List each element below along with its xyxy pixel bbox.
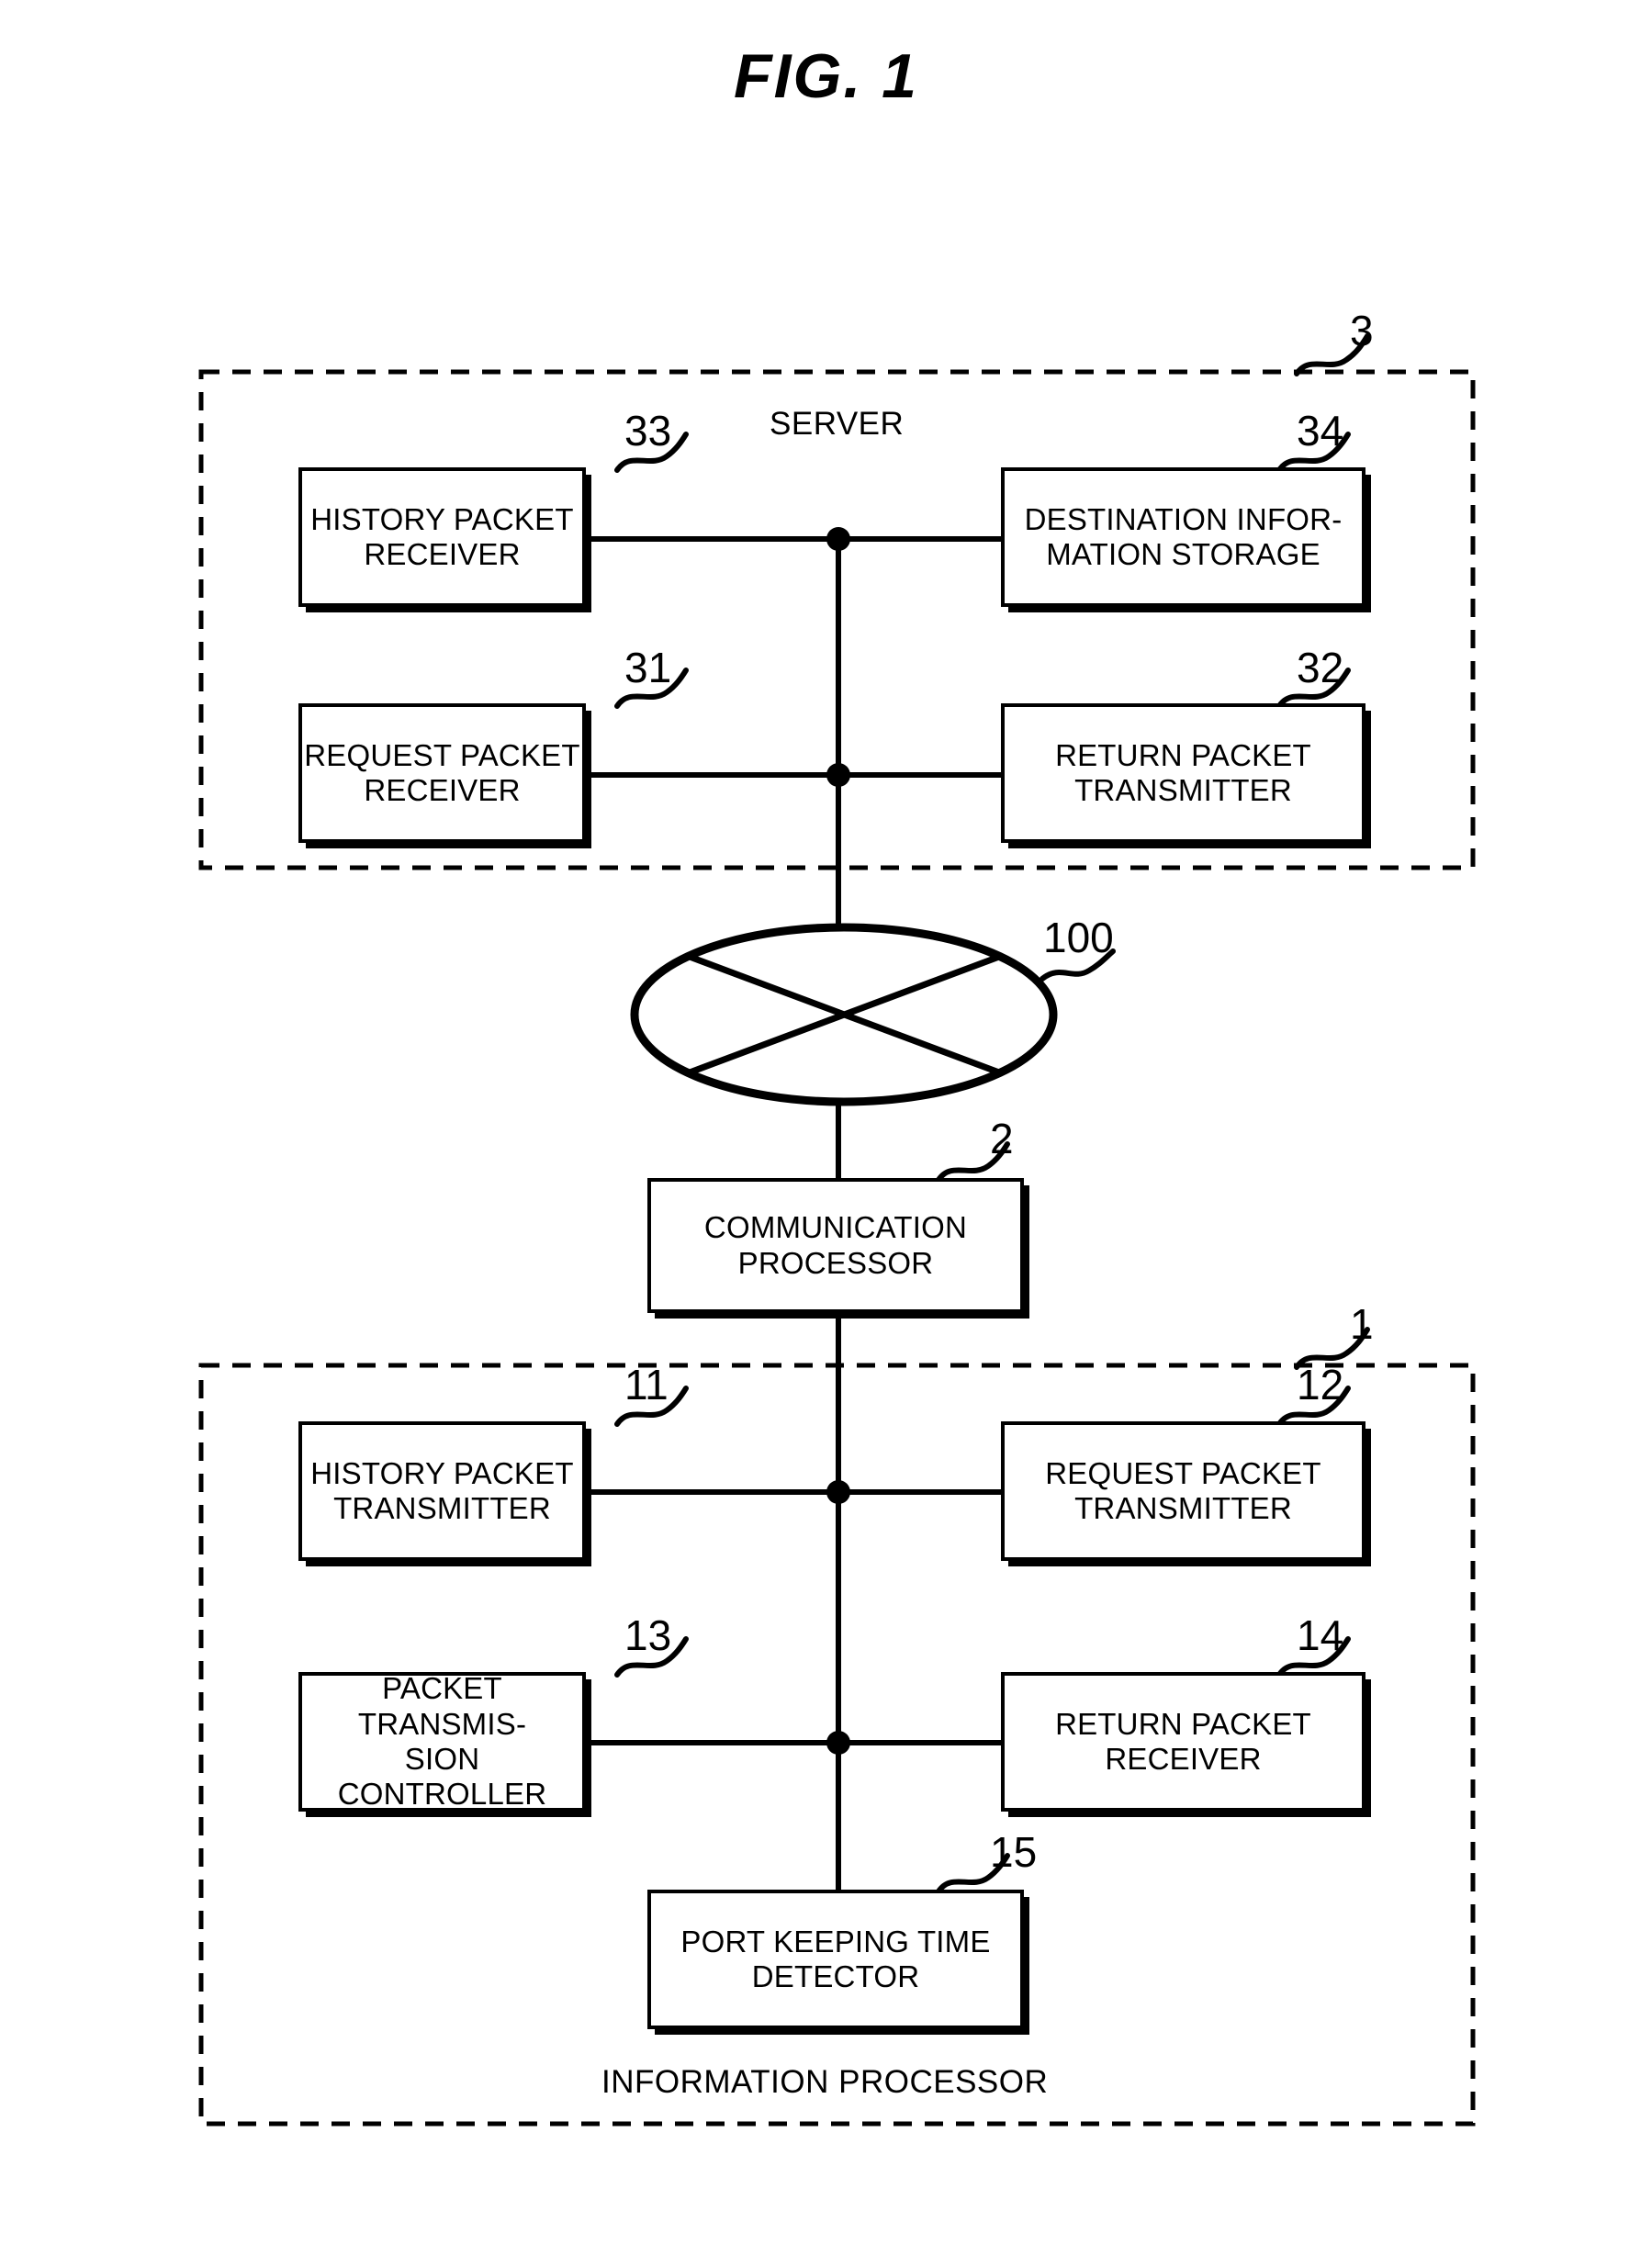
block-request-packet-transmitter[interactable]: REQUEST PACKET TRANSMITTER bbox=[1001, 1421, 1365, 1561]
figure-1-root: FIG. 1 SERVER INFORMATION PROCESSOR 3 33… bbox=[0, 0, 1652, 2267]
junction-dot-icon bbox=[826, 763, 850, 787]
block-return-packet-transmitter[interactable]: RETURN PACKET TRANSMITTER bbox=[1001, 703, 1365, 843]
junction-dot-icon bbox=[826, 1731, 850, 1755]
block-communication-processor[interactable]: COMMUNICATION PROCESSOR bbox=[647, 1178, 1024, 1313]
ref-return-packet-receiver: 14 bbox=[1297, 1611, 1344, 1659]
ref-packet-transmission-controller: 13 bbox=[624, 1611, 672, 1659]
block-return-packet-receiver[interactable]: RETURN PACKET RECEIVER bbox=[1001, 1672, 1365, 1812]
block-packet-transmission-controller[interactable]: PACKET TRANSMIS- SION CONTROLLER bbox=[298, 1671, 586, 1812]
junction-dot-icon bbox=[826, 527, 850, 551]
ref-communication-processor: 2 bbox=[990, 1115, 1014, 1162]
block-request-packet-receiver[interactable]: REQUEST PACKET RECEIVER bbox=[298, 703, 586, 843]
ref-history-packet-transmitter: 11 bbox=[624, 1361, 669, 1408]
junction-dot-icon bbox=[826, 1480, 850, 1504]
block-destination-information-storage[interactable]: DESTINATION INFOR- MATION STORAGE bbox=[1001, 467, 1365, 607]
block-history-packet-receiver[interactable]: HISTORY PACKET RECEIVER bbox=[298, 467, 586, 607]
ref-request-packet-receiver: 31 bbox=[624, 644, 672, 691]
ref-return-packet-transmitter: 32 bbox=[1297, 644, 1344, 691]
ref-information-processor-group: 1 bbox=[1350, 1300, 1374, 1348]
block-port-keeping-time-detector[interactable]: PORT KEEPING TIME DETECTOR bbox=[647, 1890, 1024, 2029]
ref-destination-information-storage: 34 bbox=[1297, 407, 1344, 455]
ref-network: 100 bbox=[1043, 914, 1114, 961]
block-history-packet-transmitter[interactable]: HISTORY PACKET TRANSMITTER bbox=[298, 1421, 586, 1561]
information-processor-group-label: INFORMATION PROCESSOR bbox=[601, 2064, 1049, 2100]
ref-request-packet-transmitter: 12 bbox=[1297, 1361, 1344, 1408]
server-group-label: SERVER bbox=[770, 406, 905, 442]
ref-port-keeping-time-detector: 15 bbox=[990, 1828, 1038, 1876]
ref-history-packet-receiver: 33 bbox=[624, 407, 672, 455]
ref-server-group: 3 bbox=[1350, 307, 1374, 354]
